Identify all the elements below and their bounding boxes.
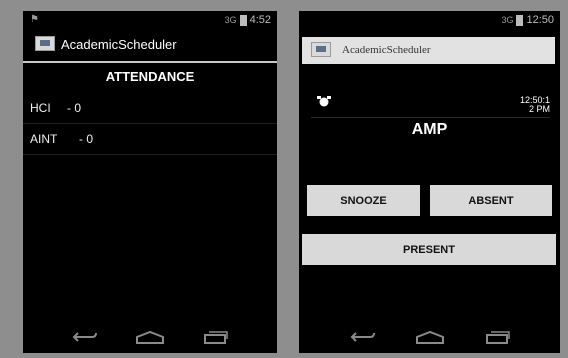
absent-button[interactable]: ABSENT <box>430 185 552 216</box>
course-title: AMP <box>411 121 448 138</box>
battery-icon <box>239 14 247 26</box>
course-name: AINT <box>30 132 58 146</box>
notification-icon: ⚑ <box>30 14 39 25</box>
attendance-screen: ⚑ 3G 4:52 AcademicScheduler ATTENDANCE H… <box>23 11 277 353</box>
alarm-time: 12:50:1 2 PM <box>510 96 550 114</box>
navigation-bar <box>23 321 277 353</box>
home-icon[interactable] <box>415 327 445 347</box>
snooze-button[interactable]: SNOOZE <box>307 185 420 216</box>
alarm-time-line2: 2 PM <box>528 104 550 114</box>
signal-icon: 3G <box>224 15 237 25</box>
navigation-bar <box>299 321 560 353</box>
action-bar: AcademicScheduler <box>23 31 277 63</box>
present-button[interactable]: PRESENT <box>302 234 556 265</box>
status-time: 12:50 <box>526 14 554 26</box>
section-title: ATTENDANCE <box>105 69 195 84</box>
divider <box>311 117 550 118</box>
alarm-screen: 3G 12:50 AcademicScheduler 12:50:1 2 PM … <box>299 11 560 353</box>
back-icon[interactable] <box>348 327 378 347</box>
recent-apps-icon[interactable] <box>482 327 512 347</box>
battery-icon <box>516 14 524 26</box>
app-icon <box>311 42 331 57</box>
list-item[interactable]: AINT - 0 <box>23 124 277 155</box>
attendance-count: - 0 <box>79 132 94 146</box>
status-time: 4:52 <box>249 14 271 26</box>
app-title: AcademicScheduler <box>342 44 431 56</box>
status-bar: 3G 12:50 <box>299 11 560 29</box>
app-title: AcademicScheduler <box>61 37 177 52</box>
home-icon[interactable] <box>135 327 165 347</box>
status-bar: ⚑ 3G 4:52 <box>23 11 277 29</box>
app-icon <box>35 36 55 51</box>
course-name: HCI <box>30 101 51 115</box>
action-bar: AcademicScheduler <box>302 37 555 64</box>
list-item[interactable]: HCI - 0 <box>23 93 277 124</box>
back-icon[interactable] <box>70 327 100 347</box>
alarm-icon <box>317 95 331 107</box>
attendance-count: - 0 <box>67 101 82 115</box>
recent-apps-icon[interactable] <box>200 327 230 347</box>
signal-icon: 3G <box>501 15 514 25</box>
